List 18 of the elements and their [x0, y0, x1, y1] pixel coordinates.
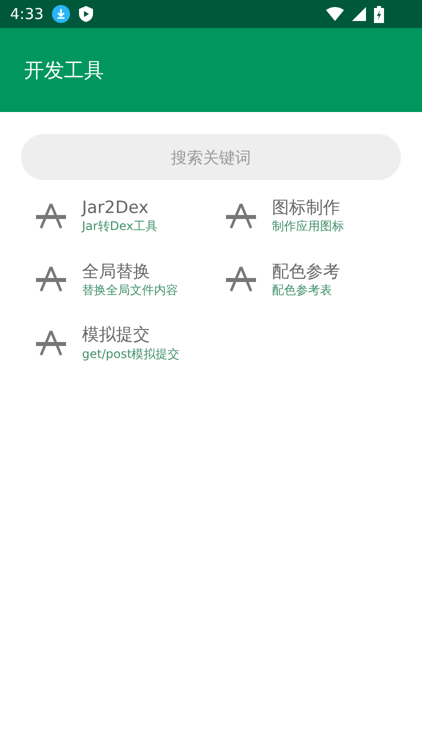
tool-item[interactable]: Jar2Dex Jar转Dex工具 — [36, 198, 226, 234]
wifi-icon — [326, 7, 344, 21]
battery-icon — [374, 6, 384, 22]
shield-icon — [78, 5, 94, 23]
status-time: 4:33 — [10, 4, 44, 25]
download-icon — [52, 5, 70, 23]
drafting-tools-icon — [226, 202, 256, 229]
tool-item[interactable]: 配色参考 配色参考表 — [226, 262, 416, 298]
app-title: 开发工具 — [24, 57, 104, 84]
tool-item[interactable]: 图标制作 制作应用图标 — [226, 198, 416, 234]
drafting-tools-icon — [36, 266, 66, 292]
search-field[interactable]: 搜索关键词 — [21, 134, 401, 180]
signal-icon — [352, 7, 366, 21]
tool-item[interactable]: 模拟提交 get/post模拟提交 — [36, 325, 226, 361]
drafting-tools-icon — [36, 330, 66, 356]
drafting-tools-icon — [36, 202, 66, 229]
tool-item[interactable]: 全局替换 替换全局文件内容 — [36, 262, 226, 298]
drafting-tools-icon — [226, 266, 256, 292]
